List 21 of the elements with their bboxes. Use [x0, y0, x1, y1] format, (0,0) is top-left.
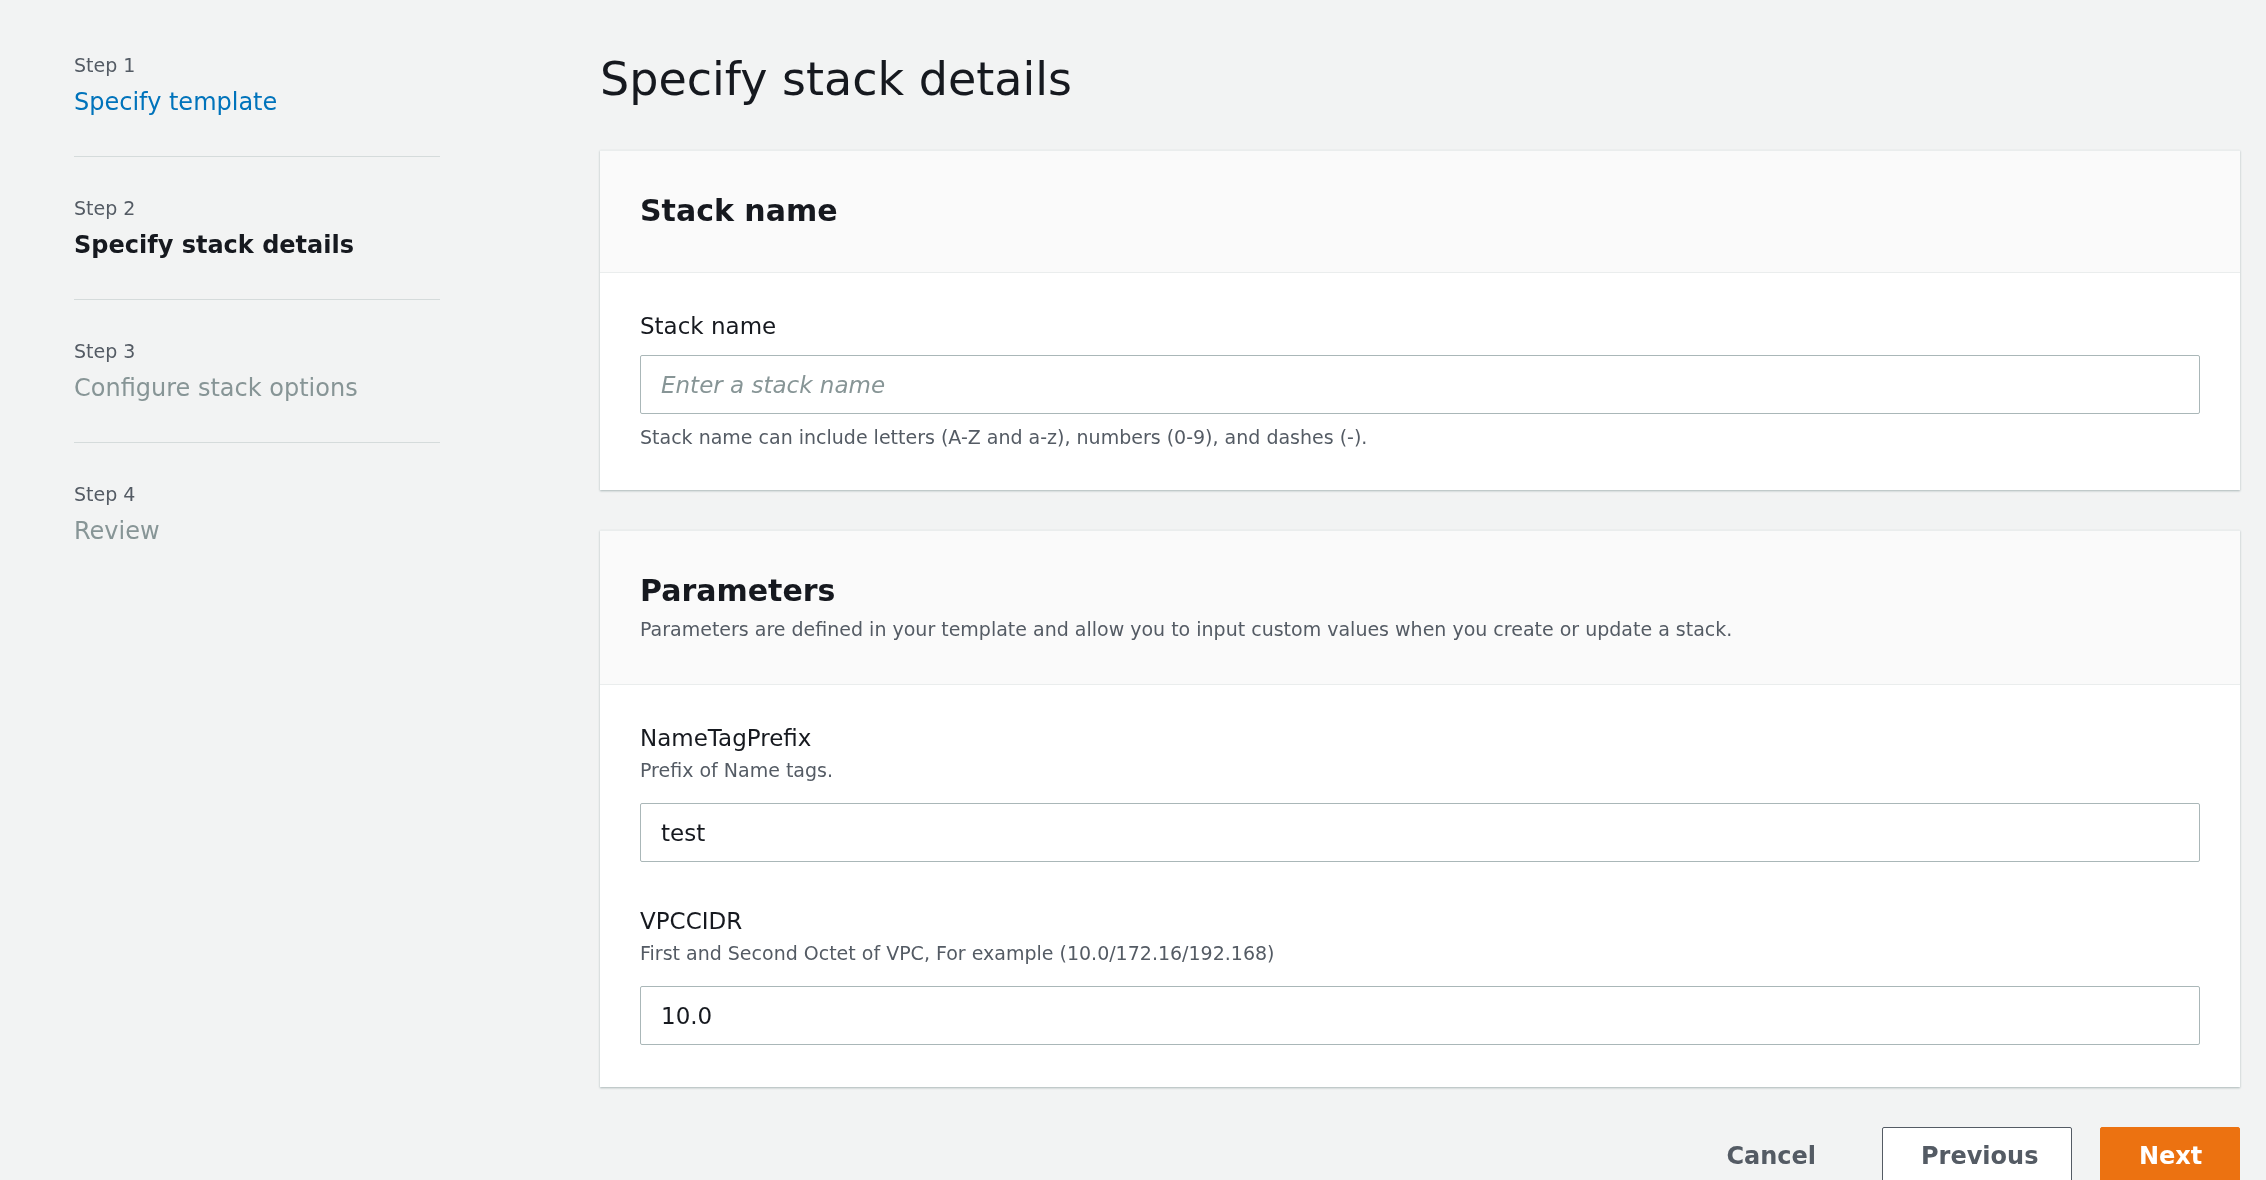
step-link[interactable]: Specify stack details [74, 231, 354, 259]
field-label: NameTagPrefix [640, 725, 813, 751]
step-number: Step 1 [74, 54, 137, 76]
panel-heading: Stack name [640, 193, 838, 228]
input-field[interactable]: test [640, 803, 2200, 862]
field-label: Stack name [640, 313, 778, 339]
panel-heading: Parameters [640, 573, 836, 608]
input-field[interactable]: 10.0 [640, 986, 2200, 1045]
input-field[interactable]: Enter a stack name [640, 355, 2200, 414]
step-number: Step 4 [74, 483, 137, 505]
panel-description: Parameters are defined in your template and allow you to input custom values when you create or update a stack. [640, 618, 1734, 640]
field-help: Stack name can include letters (A-Z and a-z), numbers (0-9), and dashes (-). [640, 426, 1369, 448]
page-title: Specify stack details [600, 52, 1072, 106]
field-description: First and Second Octet of VPC, For example (10.0/172.16/192.168) [640, 942, 1276, 964]
previous-button[interactable]: Previous [1882, 1127, 2072, 1180]
step-link[interactable]: Specify template [74, 88, 278, 116]
cancel-button[interactable]: Cancel [1688, 1127, 1854, 1180]
field-label: VPCCIDR [640, 908, 744, 934]
step-number: Step 2 [74, 197, 137, 219]
step-number: Step 3 [74, 340, 137, 362]
field-description: Prefix of Name tags. [640, 759, 834, 781]
